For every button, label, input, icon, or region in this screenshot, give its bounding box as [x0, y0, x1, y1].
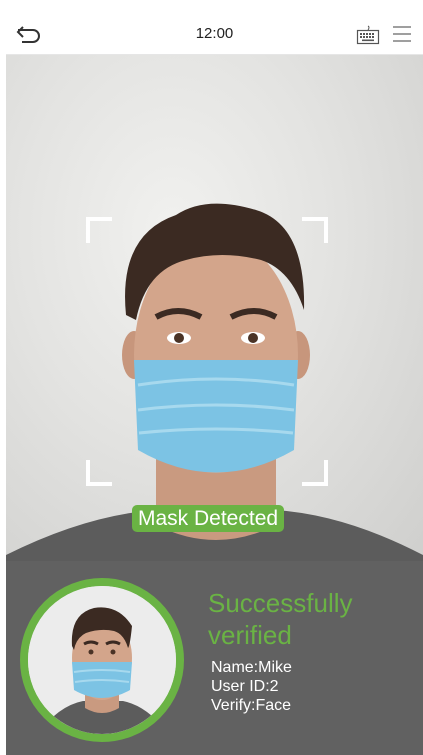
keyboard-icon [356, 25, 380, 45]
face-frame-corner-top-left [86, 217, 112, 243]
camera-preview: Mask Detected [6, 55, 423, 561]
verification-status: Successfully verified [208, 588, 353, 650]
device-screen: 12:00 Mask Detected Successfully verifie… [6, 13, 423, 755]
mask-detected-label: Mask Detected [132, 505, 285, 532]
verification-result-panel: Successfully verified Name:Mike User ID:… [6, 561, 423, 755]
user-info: Name:Mike User ID:2 Verify:Face [211, 658, 292, 715]
user-avatar [20, 578, 184, 742]
user-photo [28, 586, 176, 734]
verify-method: Verify:Face [211, 697, 292, 714]
face-frame-corner-top-right [302, 217, 328, 243]
keyboard-button[interactable] [356, 25, 380, 45]
user-id: User ID:2 [211, 678, 279, 695]
menu-button[interactable] [391, 24, 413, 44]
person-photo [6, 203, 423, 561]
face-frame-corner-bottom-right [302, 460, 328, 486]
menu-icon [393, 26, 411, 42]
face-frame-corner-bottom-left [86, 460, 112, 486]
status-bar: 12:00 [6, 13, 423, 55]
user-name: Name:Mike [211, 659, 292, 676]
